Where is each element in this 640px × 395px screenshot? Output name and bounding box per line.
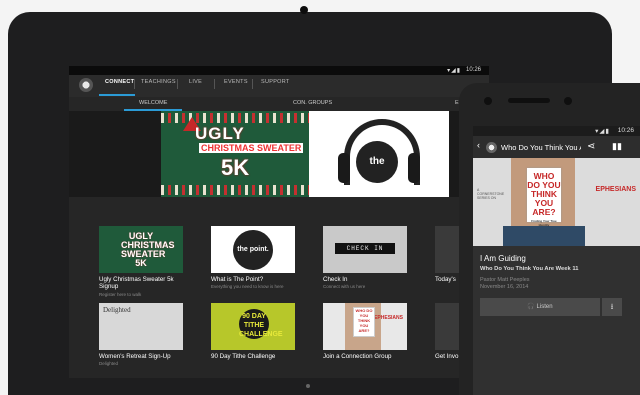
status-time: 10:26 (617, 127, 634, 134)
tab-support[interactable]: SUPPORT (261, 79, 290, 91)
status-time: 10:26 (465, 67, 481, 73)
series-artwork: A CORNERSTONE SERIES ON WHO DO YOU THINK… (473, 158, 640, 246)
listen-button[interactable]: 🎧 Listen (480, 298, 600, 316)
series-corner-text: A CORNERSTONE SERIES ON (477, 188, 505, 200)
ephesians-label: EPHESIANS (374, 315, 403, 321)
card-subtitle: Everything you need to know is here (211, 284, 284, 289)
card-thumb-checkin[interactable]: CHECK IN (323, 226, 407, 273)
phone-camera (484, 97, 492, 105)
nav-divider (177, 79, 178, 89)
stats-icon[interactable]: ▮▮ (612, 141, 622, 152)
sign-card-text: WHO DO YOU THINK YOU ARE? (527, 171, 561, 217)
speaker-name: Pastor Matt Peeples (480, 277, 530, 283)
hero-point-banner[interactable]: the point. (309, 111, 449, 209)
app-logo-icon[interactable] (79, 78, 93, 92)
page-title: Who Do You Think You Are (501, 143, 581, 152)
nav-divider (134, 79, 135, 89)
headphone-cup (338, 153, 350, 183)
signal-icon: ▾◢▮ (447, 68, 461, 74)
thumb-text: Delighted (103, 306, 131, 314)
sign-card-small: Finding Your True Identity (531, 219, 557, 227)
back-arrow-icon[interactable]: ‹ (477, 140, 480, 150)
subtab-con-groups[interactable]: CON. GROUPS (293, 100, 332, 106)
series-name: Who Do You Think You Are Week 11 (480, 266, 579, 272)
download-icon[interactable]: ⭳ (602, 298, 622, 316)
hero-sweater-banner[interactable]: UGLY CHRISTMAS SWEATER 5K (161, 111, 309, 197)
app-logo-icon (486, 142, 497, 153)
checkin-label: CHECK IN (335, 243, 395, 254)
card-thumb-sweater[interactable]: UGLY CHRISTMAS SWEATER 5K (99, 226, 183, 273)
card-subtitle: Delighted (99, 361, 119, 366)
card-thumb-retreat[interactable]: Delighted (99, 303, 183, 350)
card-title[interactable]: What is The Point? (211, 276, 295, 283)
nav-divider (214, 79, 215, 89)
card-subtitle: Register here to walk (99, 292, 142, 297)
tablet-camera (300, 6, 308, 14)
nav-divider (252, 79, 253, 89)
point-logo: the point. (233, 230, 273, 270)
tithe-badge: 90 DAY TITHE CHALLENGE (239, 309, 283, 339)
tab-connect[interactable]: CONNECT (105, 79, 134, 91)
card-title[interactable]: Join a Connection Group (323, 353, 407, 360)
point-logo: the point. (356, 141, 398, 209)
tab-events[interactable]: EVENTS (224, 79, 248, 91)
card-title[interactable]: Check In (323, 276, 407, 283)
thumb-text: UGLY CHRISTMAS SWEATER 5K (121, 231, 175, 268)
share-icon[interactable]: ⋖ (587, 141, 595, 152)
sign-card: WHO DO YOU THINK YOU ARE? Finding Your T… (527, 168, 561, 227)
subtab-welcome[interactable]: WELCOME (139, 100, 167, 106)
sweater-subtitle: CHRISTMAS SWEATER (199, 143, 304, 153)
status-bar: ▾◢▮ 10:26 (69, 66, 489, 75)
tab-teachings[interactable]: TEACHINGS (141, 79, 176, 91)
phone-screen: ▾◢▮ 10:26 ‹ Who Do You Think You Are ⋖ ▮… (473, 126, 640, 395)
headphone-cup (408, 153, 420, 183)
person-shirt (503, 226, 585, 246)
sermon-title: I Am Guiding (480, 254, 526, 263)
sweater-title: UGLY (195, 124, 245, 143)
sweater-5k: 5K (221, 155, 250, 180)
card-title[interactable]: 90 Day Tithe Challenge (211, 353, 295, 360)
card-thumb-point[interactable]: the point. (211, 226, 295, 273)
signal-icon: ▾◢▮ (595, 128, 610, 135)
card-thumb-tithe[interactable]: 90 DAY TITHE CHALLENGE (211, 303, 295, 350)
card-title[interactable]: Women's Retreat Sign-Up (99, 353, 183, 360)
tab-live[interactable]: LIVE (189, 79, 202, 91)
ephesians-label: EPHESIANS (595, 186, 636, 193)
phone-status-bar: ▾◢▮ 10:26 (473, 126, 640, 136)
phone-speaker (508, 98, 550, 103)
card-subtitle: Connect with us here (323, 284, 366, 289)
phone-sensor (564, 97, 572, 105)
sign-card: WHO DO YOU THINK YOU ARE? (353, 307, 375, 337)
hero-left-panel (69, 111, 161, 197)
tablet-home-indicator (306, 384, 310, 388)
card-thumb-connection[interactable]: WHO DO YOU THINK YOU ARE? EPHESIANS (323, 303, 407, 350)
sweater-pattern (161, 185, 309, 195)
active-tab-indicator (99, 94, 135, 96)
sermon-date: November 16, 2014 (480, 284, 529, 290)
card-title[interactable]: Ugly Christmas Sweater 5k Signup (99, 276, 183, 290)
tablet-screen: ▾◢▮ 10:26 CONNECT TEACHINGS LIVE EVENTS … (69, 66, 489, 378)
